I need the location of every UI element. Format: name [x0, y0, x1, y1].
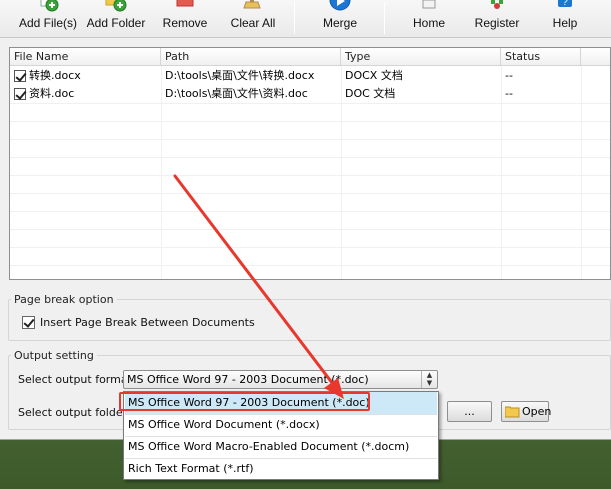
insert-page-break-label: Insert Page Break Between Documents: [40, 316, 255, 329]
type-cell: DOC 文档: [345, 87, 396, 100]
table-row[interactable]: 转换.docx D:\tools\桌面\文件\转换.docx DOCX 文档 -…: [10, 67, 610, 85]
status-cell: --: [505, 87, 513, 100]
merge-button[interactable]: Merge: [312, 0, 368, 36]
column-header-file-name[interactable]: File Name: [10, 48, 161, 66]
path-cell: D:\tools\桌面\文件\资料.doc: [165, 87, 308, 100]
row-divider: [10, 157, 610, 158]
file-list[interactable]: File Name Path Type Status 转换.docx D:\to…: [9, 47, 611, 280]
output-format-label: Select output format:: [18, 373, 136, 386]
row-divider: [10, 211, 610, 212]
row-divider: [10, 229, 610, 230]
row-divider: [10, 121, 610, 122]
file-list-header: File Name Path Type Status: [10, 48, 610, 66]
remove-label: Remove: [162, 16, 208, 30]
help-button[interactable]: ? Help: [540, 0, 590, 36]
annotation-highlight-box: [119, 392, 370, 411]
clear-all-button[interactable]: Clear All: [222, 0, 284, 36]
status-cell: --: [505, 69, 513, 82]
dropdown-option-docx[interactable]: MS Office Word Document (*.docx): [125, 414, 437, 436]
add-folder-button[interactable]: Add Folder: [84, 0, 148, 36]
page-break-title: Page break option: [11, 293, 117, 306]
add-folder-label: Add Folder: [86, 16, 146, 30]
row-divider: [10, 265, 610, 266]
output-format-select[interactable]: MS Office Word 97 - 2003 Document (*.doc…: [123, 370, 438, 389]
app-window: Add File(s) Add Folder Remove Clear All: [0, 0, 611, 440]
row-divider: [10, 139, 610, 140]
add-files-button[interactable]: Add File(s): [14, 0, 82, 36]
toolbar-separator: [294, 2, 295, 34]
file-name-cell: 资料.doc: [29, 87, 75, 100]
clear-all-label: Clear All: [230, 16, 276, 30]
dropdown-option-rtf[interactable]: Rich Text Format (*.rtf): [125, 458, 437, 480]
row-divider: [10, 247, 610, 248]
folder-icon: [505, 406, 520, 418]
register-label: Register: [474, 16, 520, 30]
home-label: Home: [412, 16, 445, 30]
chevron-updown-icon[interactable]: ▲ ▼: [421, 371, 437, 388]
home-button[interactable]: Home: [402, 0, 456, 36]
column-header-path[interactable]: Path: [161, 48, 341, 66]
row-divider: [10, 175, 610, 176]
merge-label: Merge: [322, 16, 357, 30]
column-header-type[interactable]: Type: [341, 48, 501, 66]
toolbar: Add File(s) Add Folder Remove Clear All: [0, 0, 611, 38]
file-name-cell: 转换.docx: [29, 69, 81, 82]
path-cell: D:\tools\桌面\文件\转换.docx: [165, 69, 315, 82]
output-setting-title: Output setting: [11, 349, 97, 362]
open-label: Open: [522, 405, 552, 418]
clear-all-icon: [243, 0, 261, 9]
table-row[interactable]: 资料.doc D:\tools\桌面\文件\资料.doc DOC 文档 --: [10, 85, 610, 103]
merge-icon: [329, 0, 351, 11]
remove-icon: [176, 0, 194, 7]
insert-page-break-checkbox[interactable]: [22, 316, 35, 329]
browse-button[interactable]: ...: [447, 401, 492, 422]
column-header-status[interactable]: Status: [501, 48, 581, 66]
row-divider: [10, 103, 610, 104]
remove-button[interactable]: Remove: [155, 0, 215, 36]
register-button[interactable]: Register: [468, 0, 526, 36]
row-divider: [10, 193, 610, 194]
type-cell: DOCX 文档: [345, 69, 403, 82]
add-files-label: Add File(s): [18, 16, 77, 30]
add-file-icon: [40, 0, 59, 12]
dropdown-option-docm[interactable]: MS Office Word Macro-Enabled Document (*…: [125, 436, 437, 458]
home-icon: [422, 0, 436, 9]
help-icon: ?: [558, 0, 572, 8]
output-folder-label: Select output folder:: [18, 406, 131, 419]
svg-text:?: ?: [562, 0, 568, 8]
open-button[interactable]: Open: [501, 401, 552, 422]
help-label: Help: [552, 16, 578, 30]
output-format-value: MS Office Word 97 - 2003 Document (*.doc…: [127, 373, 369, 386]
add-folder-icon: [105, 0, 127, 12]
toolbar-separator: [384, 2, 385, 34]
register-icon: [491, 0, 503, 9]
